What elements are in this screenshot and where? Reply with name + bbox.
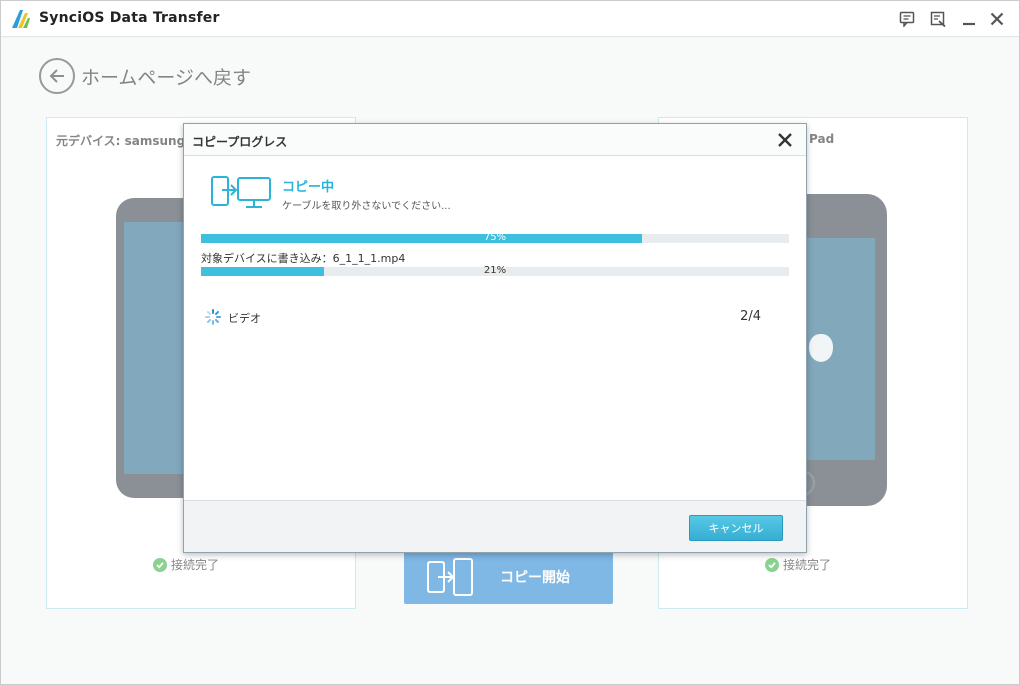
app-window: SynciOS Data Transfer ホームページへ戻す 元デバイス: s… xyxy=(0,0,1020,685)
dialog-footer: キャンセル xyxy=(184,500,806,552)
dialog-header: コピープログレス xyxy=(184,124,806,156)
item-label: ビデオ xyxy=(228,312,261,325)
copy-to-computer-icon xyxy=(211,176,271,208)
loading-spinner-icon xyxy=(205,309,221,325)
overall-progress-bar: 75% xyxy=(201,232,789,243)
dialog-close-icon[interactable] xyxy=(776,131,794,149)
app-title: SynciOS Data Transfer xyxy=(39,10,220,26)
cancel-button[interactable]: キャンセル xyxy=(689,515,783,541)
item-count: 2/4 xyxy=(740,309,761,324)
writing-file-label: 対象デバイスに書き込み：6_1_1_1.mp4 xyxy=(201,252,406,265)
syncios-logo-icon xyxy=(12,10,30,28)
register-icon[interactable] xyxy=(928,9,948,29)
list-item: ビデオ 2/4 xyxy=(204,308,764,328)
overall-progress-text: 75% xyxy=(483,232,507,243)
copy-progress-dialog: コピープログレス コピー中 ケーブルを取り外さないでください... 75% 対象… xyxy=(183,123,807,553)
feedback-icon[interactable] xyxy=(897,9,917,29)
copy-status-subtitle: ケーブルを取り外さないでください... xyxy=(282,201,451,212)
copy-status-title: コピー中 xyxy=(282,180,335,195)
close-icon[interactable] xyxy=(987,9,1007,29)
file-progress-text: 21% xyxy=(483,265,507,276)
dialog-title: コピープログレス xyxy=(192,135,288,149)
title-bar: SynciOS Data Transfer xyxy=(1,1,1019,37)
minimize-icon[interactable] xyxy=(959,9,979,29)
file-progress-bar: 21% xyxy=(201,265,789,276)
